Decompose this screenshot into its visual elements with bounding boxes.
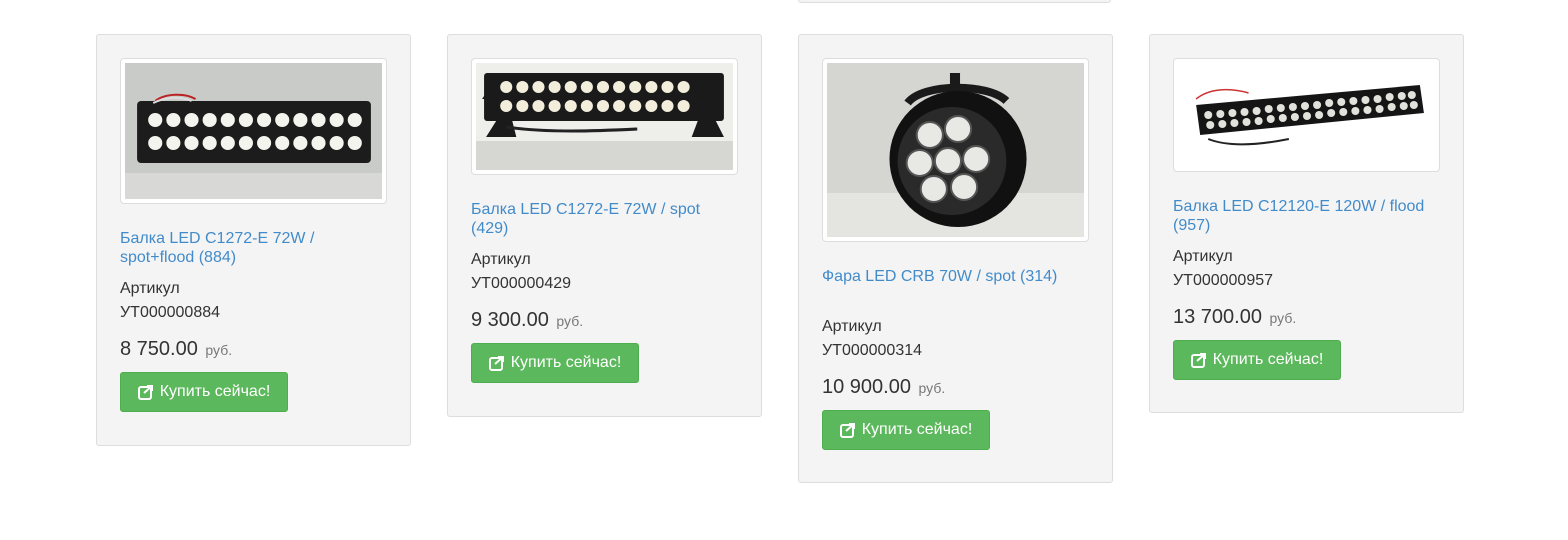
round-led-headlight-photo xyxy=(827,63,1084,237)
card-above-partial xyxy=(798,0,1111,3)
buy-now-label: Купить сейчас! xyxy=(510,354,622,371)
product-title-link[interactable]: Балка LED C12120-E 120W / flood (957) xyxy=(1173,197,1443,235)
sku-value: УТ000000429 xyxy=(471,275,572,292)
buy-now-button[interactable]: Купить сейчас! xyxy=(822,410,990,450)
buy-now-button[interactable]: Купить сейчас! xyxy=(471,343,639,383)
product-card: Фара LED CRB 70W / spot (314) Артикул УТ… xyxy=(798,34,1113,483)
share-arrow-icon xyxy=(488,355,505,371)
price-currency: руб. xyxy=(556,313,584,329)
price-amount: 13 700.00 xyxy=(1173,306,1262,328)
product-card: Балка LED C1272-E 72W / spot (429) Артик… xyxy=(447,34,762,417)
buy-now-button[interactable]: Купить сейчас! xyxy=(120,372,288,412)
product-title-link[interactable]: Балка LED C1272-E 72W / spot+flood (884) xyxy=(120,229,390,267)
buy-now-button[interactable]: Купить сейчас! xyxy=(1173,340,1341,380)
share-arrow-icon xyxy=(839,422,856,438)
sku-value: УТ000000957 xyxy=(1173,272,1274,289)
product-image[interactable] xyxy=(120,58,387,204)
sku-label: Артикул xyxy=(822,318,882,335)
price: 13 700.00 руб. xyxy=(1173,305,1296,330)
price: 10 900.00 руб. xyxy=(822,375,945,400)
product-title-link[interactable]: Фара LED CRB 70W / spot (314) xyxy=(822,267,1092,286)
product-card: Балка LED C1272-E 72W / spot+flood (884)… xyxy=(96,34,411,446)
price: 9 300.00 руб. xyxy=(471,308,583,333)
sku-value: УТ000000884 xyxy=(120,304,221,321)
buy-now-label: Купить сейчас! xyxy=(159,383,271,400)
price-amount: 9 300.00 xyxy=(471,309,549,331)
share-arrow-icon xyxy=(1190,352,1207,368)
price: 8 750.00 руб. xyxy=(120,337,232,362)
buy-now-label: Купить сейчас! xyxy=(861,421,973,438)
price-amount: 8 750.00 xyxy=(120,338,198,360)
sku-value: УТ000000314 xyxy=(822,342,923,359)
product-grid: Балка LED C1272-E 72W / spot+flood (884)… xyxy=(0,0,1568,540)
long-led-light-bar-photo xyxy=(1178,63,1435,167)
product-image[interactable] xyxy=(1173,58,1440,172)
share-arrow-icon xyxy=(137,384,154,400)
price-currency: руб. xyxy=(918,380,946,396)
product-image[interactable] xyxy=(471,58,738,175)
price-amount: 10 900.00 xyxy=(822,376,911,398)
product-image[interactable] xyxy=(822,58,1089,242)
buy-now-label: Купить сейчас! xyxy=(1212,351,1324,368)
sku-label: Артикул xyxy=(471,251,531,268)
product-title-link[interactable]: Балка LED C1272-E 72W / spot (429) xyxy=(471,200,741,238)
product-card: Балка LED C12120-E 120W / flood (957) Ар… xyxy=(1149,34,1464,413)
sku-label: Артикул xyxy=(1173,248,1233,265)
led-light-bar-photo xyxy=(476,63,733,170)
led-light-bar-photo xyxy=(125,63,382,199)
price-currency: руб. xyxy=(205,342,233,358)
sku-label: Артикул xyxy=(120,280,180,297)
price-currency: руб. xyxy=(1269,310,1297,326)
